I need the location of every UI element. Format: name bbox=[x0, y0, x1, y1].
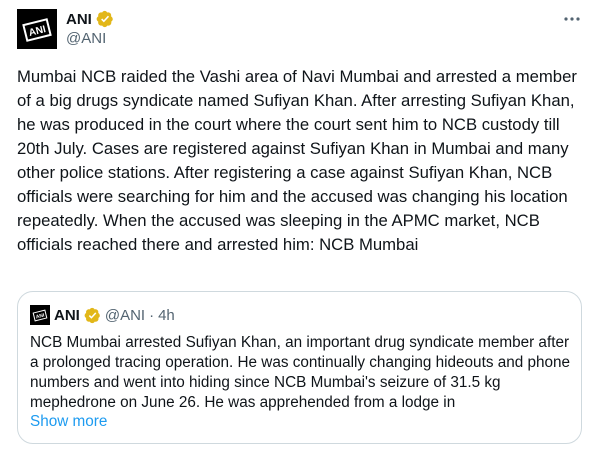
quote-author-handle: @ANI bbox=[104, 306, 146, 324]
quoted-tweet[interactable]: ANI ANI @ANI · 4h NCB Mumbai arrested Su… bbox=[17, 291, 582, 444]
tweet-text: Mumbai NCB raided the Vashi area of Navi… bbox=[17, 67, 577, 254]
ani-logo-icon: ANI bbox=[17, 9, 57, 49]
quote-author-name: ANI bbox=[54, 306, 80, 324]
verified-badge-icon bbox=[84, 307, 100, 323]
author-name[interactable]: ANI bbox=[66, 11, 92, 28]
more-horizontal-icon bbox=[564, 17, 580, 21]
avatar[interactable]: ANI bbox=[17, 9, 57, 49]
tweet: ANI ANI @ANI Mumbai NCB raided the Vashi… bbox=[0, 0, 598, 459]
quote-author-row: ANI @ANI · 4h bbox=[30, 304, 175, 326]
quote-text: NCB Mumbai arrested Sufiyan Khan, an imp… bbox=[30, 334, 571, 411]
quote-timestamp: 4h bbox=[158, 306, 175, 324]
verified-badge-icon bbox=[96, 10, 113, 28]
author-handle[interactable]: @ANI bbox=[66, 30, 106, 47]
quote-separator: · bbox=[149, 306, 155, 324]
more-options-button[interactable] bbox=[560, 9, 584, 29]
author-row: ANI bbox=[66, 9, 114, 29]
show-more-link[interactable]: Show more bbox=[30, 413, 107, 431]
